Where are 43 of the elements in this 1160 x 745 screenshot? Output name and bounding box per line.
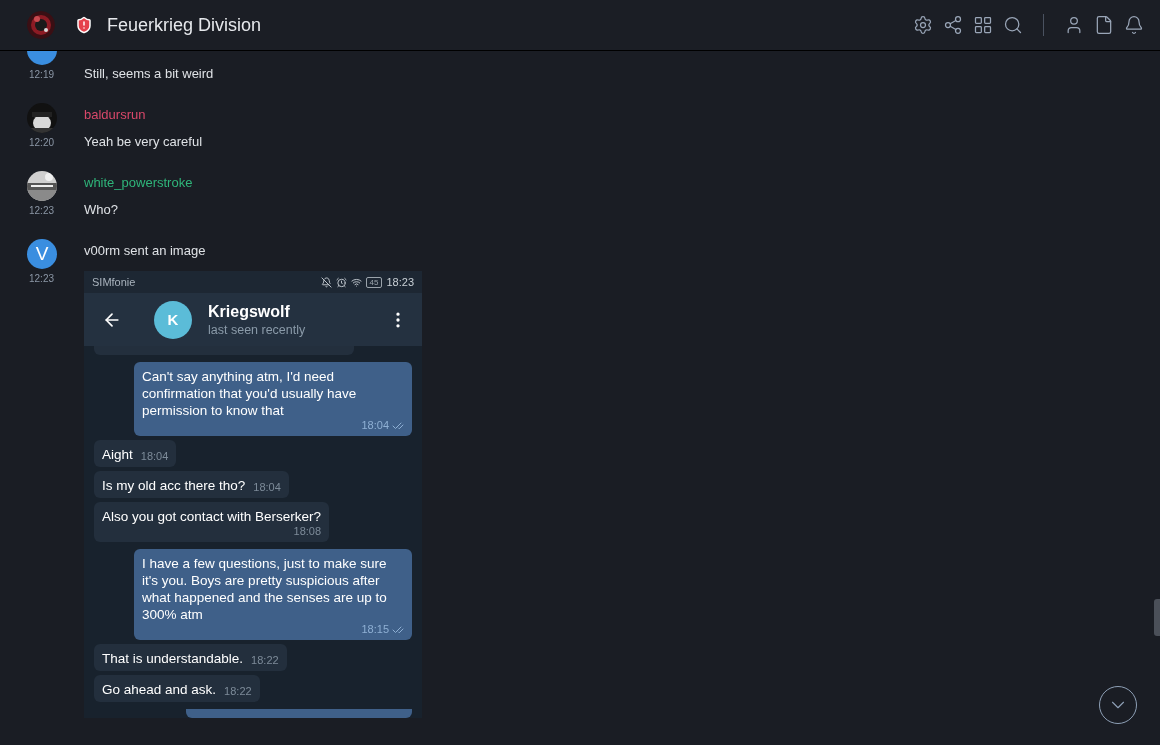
author-name: v00rm sent an image bbox=[84, 242, 207, 260]
message-text: That is understandable. bbox=[102, 650, 244, 667]
battery-icon: 45 bbox=[365, 276, 383, 288]
author-name: white_powerstroke bbox=[84, 174, 194, 192]
message-time: 12:23 bbox=[28, 272, 55, 286]
last-seen: last seen recently bbox=[208, 322, 306, 337]
file-icon[interactable] bbox=[1094, 15, 1114, 35]
message-text: Can't say anything atm, I'd need confirmation that you'd usually have permission to know that bbox=[142, 368, 358, 419]
scrollbar-thumb[interactable] bbox=[1154, 599, 1160, 636]
grid-icon[interactable] bbox=[973, 15, 993, 35]
author-name: baldursrun bbox=[84, 106, 147, 124]
channel-title: Feuerkrieg Division bbox=[107, 14, 262, 36]
message-time: 18:08 bbox=[293, 525, 322, 538]
search-icon[interactable] bbox=[1003, 15, 1023, 35]
message-time: 12:23 bbox=[28, 204, 55, 218]
message-time: 18:15 bbox=[361, 623, 404, 636]
contact-avatar: K bbox=[154, 300, 192, 339]
mute-icon bbox=[320, 276, 332, 288]
message-time: 18:04 bbox=[361, 419, 404, 432]
bell-icon[interactable] bbox=[1124, 15, 1144, 35]
message-text: Also you got contact with Berserker? bbox=[102, 508, 322, 525]
message-text: I have a few questions, just to make sure it's you. Boys are pretty suspicious after what happened and the senses are up to 300% atm bbox=[142, 555, 388, 623]
message-text: Yeah be very careful bbox=[84, 133, 203, 151]
message-text: Is my old acc there tho? bbox=[102, 477, 246, 494]
message-text: Go ahead and ask. bbox=[102, 681, 217, 698]
user-avatar: V bbox=[27, 239, 57, 269]
share-icon[interactable] bbox=[943, 15, 963, 35]
alarm-icon bbox=[335, 276, 347, 288]
message-time: 18:04 bbox=[140, 450, 169, 463]
message-time: 18:04 bbox=[253, 481, 281, 494]
wifi-icon bbox=[350, 276, 362, 288]
settings-icon[interactable] bbox=[913, 15, 933, 35]
carrier-name: SIMfonie bbox=[92, 276, 136, 288]
contact-name: Kriegswolf bbox=[208, 302, 291, 321]
message-text: Who? bbox=[84, 201, 118, 219]
shield-icon bbox=[75, 16, 93, 34]
message-time: 12:20 bbox=[28, 136, 55, 150]
message-text: Aight bbox=[102, 446, 133, 463]
clock: 18:23 bbox=[386, 276, 414, 288]
message-time: 18:22 bbox=[251, 654, 279, 667]
message-text: Still, seems a bit weird bbox=[84, 65, 214, 83]
message-time: 18:22 bbox=[224, 685, 252, 698]
message-time: 12:19 bbox=[28, 68, 55, 82]
